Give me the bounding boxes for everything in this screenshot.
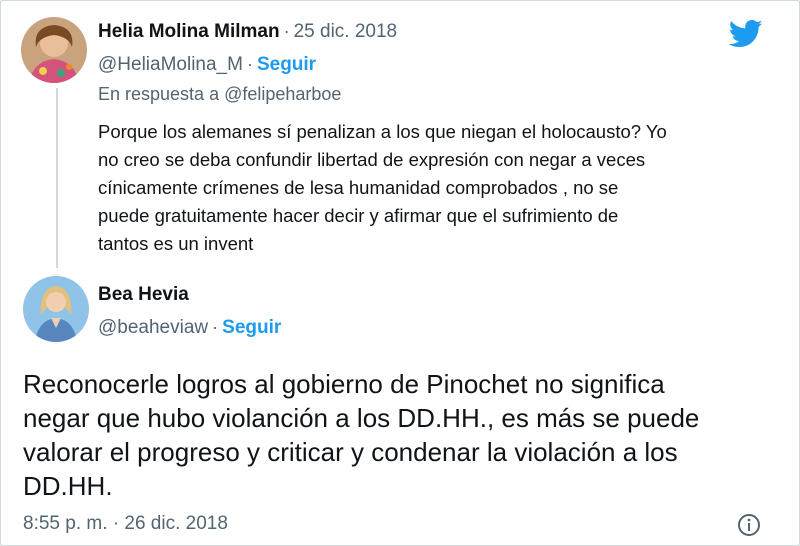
info-icon[interactable]: [737, 513, 761, 537]
main-handle-row: @beaheviaw · Seguir: [98, 317, 281, 339]
main-handle[interactable]: @beaheviaw: [98, 317, 208, 339]
thread-line: [56, 88, 58, 268]
reply-author-name[interactable]: Helia Molina Milman: [98, 21, 280, 43]
main-author-name[interactable]: Bea Hevia: [98, 284, 189, 306]
separator: ·: [246, 54, 253, 74]
follow-button-helia[interactable]: Seguir: [257, 54, 316, 76]
main-tweet-text: Reconocerle logros al gobierno de Pinoch…: [23, 369, 700, 501]
separator: ·: [212, 317, 219, 337]
reply-date[interactable]: 25 dic. 2018: [294, 21, 398, 43]
reply-handle[interactable]: @HeliaMolina_M: [98, 54, 243, 76]
tweet-card: Helia Molina Milman · 25 dic. 2018 @Heli…: [0, 0, 800, 546]
follow-button-bea[interactable]: Seguir: [222, 317, 281, 339]
reply-author-row: Helia Molina Milman · 25 dic. 2018: [98, 21, 397, 43]
reply-context: En respuesta a @felipeharboe: [98, 84, 342, 104]
avatar-bea[interactable]: [23, 276, 89, 342]
reply-handle-row: @HeliaMolina_M · Seguir: [98, 54, 316, 76]
twitter-bird-icon[interactable]: [729, 19, 763, 49]
avatar-image: [21, 17, 87, 83]
avatar-image: [23, 276, 89, 342]
avatar-helia[interactable]: [21, 17, 87, 83]
separator: ·: [283, 21, 290, 41]
main-author-row: Bea Hevia: [98, 284, 189, 306]
main-timestamp[interactable]: 8:55 p. m. · 26 dic. 2018: [23, 513, 228, 535]
reply-tweet-text: Porque los alemanes sí penalizan a los q…: [98, 121, 667, 254]
